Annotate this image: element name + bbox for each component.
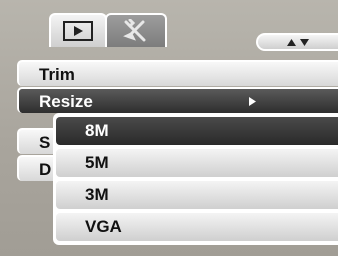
menu-item-label: S — [39, 133, 51, 152]
submenu-item-label: 8M — [85, 121, 109, 140]
submenu-item-label: 3M — [85, 185, 109, 204]
submenu-item-vga[interactable]: VGA — [56, 213, 338, 241]
setup-tools-icon — [123, 19, 146, 42]
tab-playback[interactable] — [49, 13, 107, 47]
up-arrow-icon — [287, 38, 296, 46]
submenu-item-8m[interactable]: 8M — [56, 117, 338, 145]
menu-item-label: Resize — [39, 92, 93, 111]
submenu-item-label: VGA — [85, 217, 122, 236]
down-arrow-icon — [300, 38, 309, 46]
menu-item-trim[interactable]: Trim — [17, 60, 338, 86]
scroll-indicator — [256, 33, 338, 51]
menu-item-resize[interactable]: Resize — [17, 87, 338, 113]
chevron-right-icon — [249, 97, 256, 106]
submenu-item-label: 5M — [85, 153, 109, 172]
submenu-item-5m[interactable]: 5M — [56, 149, 338, 177]
tab-setup[interactable] — [105, 13, 167, 47]
screen-edge — [338, 0, 343, 256]
play-icon — [63, 21, 93, 41]
resize-submenu: 8M 5M 3M VGA — [53, 113, 338, 245]
submenu-item-3m[interactable]: 3M — [56, 181, 338, 209]
menu-item-label: Trim — [39, 65, 75, 84]
menu-item-label: D — [39, 160, 52, 179]
